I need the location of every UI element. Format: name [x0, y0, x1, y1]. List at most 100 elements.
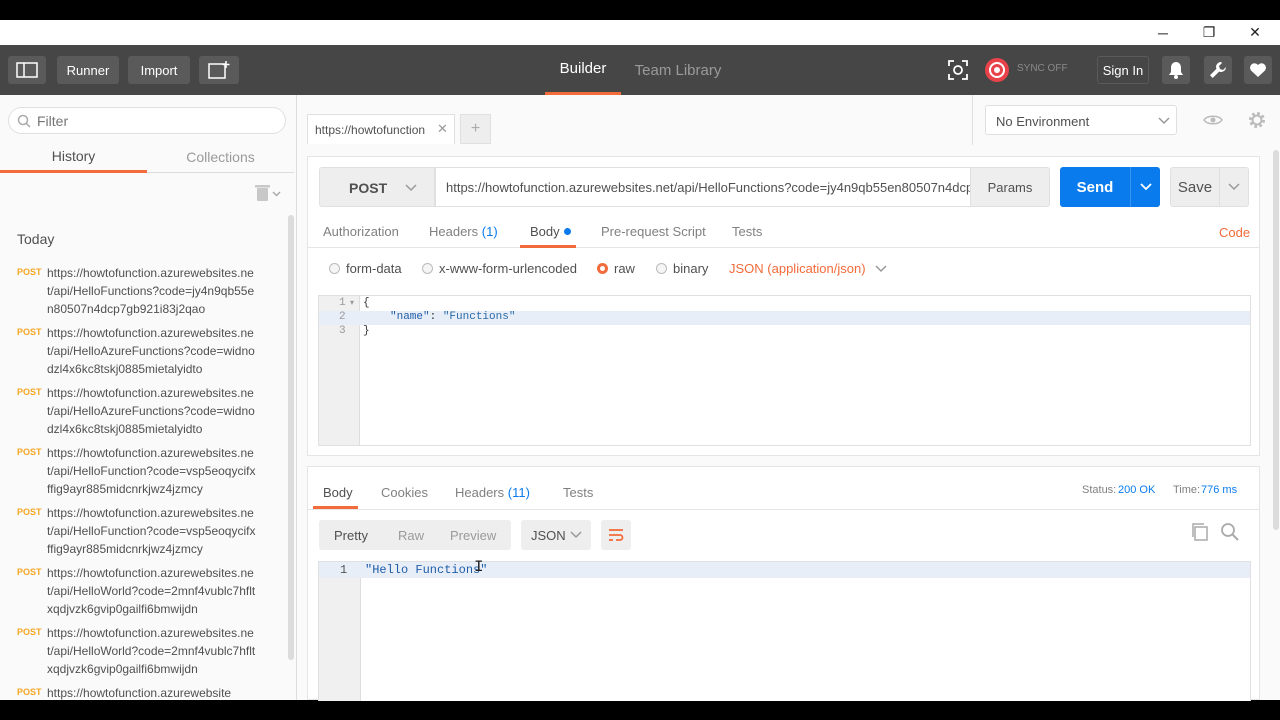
import-button[interactable]: Import: [128, 56, 190, 84]
view-raw-button[interactable]: Raw: [398, 528, 424, 543]
method-select[interactable]: POST: [319, 167, 435, 207]
method-badge: POST: [17, 267, 42, 277]
main-scrollbar[interactable]: [1273, 150, 1279, 530]
radio-icon: [656, 263, 667, 274]
radio-form-data-label: form-data: [346, 261, 402, 276]
history-item[interactable]: POST https://howtofunction.azurewebsite: [0, 686, 290, 700]
radio-raw[interactable]: raw: [597, 261, 635, 276]
history-item[interactable]: POST https://howtofunction.azurewebsites…: [0, 626, 290, 687]
radio-urlencoded-label: x-www-form-urlencoded: [439, 261, 577, 276]
send-options-button[interactable]: [1130, 167, 1160, 207]
response-tab-cookies[interactable]: Cookies: [381, 485, 428, 500]
main-panel: https://howtofunction ✕ + No Environment…: [297, 95, 1280, 701]
response-tab-body[interactable]: Body: [313, 474, 358, 509]
environment-select[interactable]: No Environment: [985, 105, 1177, 135]
settings-wrench-icon[interactable]: [1204, 56, 1232, 84]
tab-pre-request-script[interactable]: Pre-request Script: [601, 224, 706, 239]
history-item[interactable]: POST https://howtofunction.azurewebsites…: [0, 266, 290, 327]
request-tab[interactable]: https://howtofunction ✕: [307, 114, 455, 144]
trash-icon[interactable]: [254, 184, 282, 205]
history-item[interactable]: POST https://howtofunction.azurewebsites…: [0, 566, 290, 627]
view-mode-group: Pretty Raw Preview: [319, 520, 511, 550]
radio-form-data[interactable]: form-data: [329, 261, 402, 276]
response-tab-headers[interactable]: Headers (11): [455, 485, 530, 500]
sidebar-toggle-button[interactable]: [8, 56, 46, 84]
params-button[interactable]: Params: [970, 167, 1050, 207]
save-options-button[interactable]: [1219, 167, 1249, 207]
editor-gutter: [319, 562, 361, 701]
radio-binary[interactable]: binary: [656, 261, 708, 276]
history-url: https://howtofunction.azurewebsites.net/…: [47, 506, 256, 556]
history-url: https://howtofunction.azurewebsites.net/…: [47, 446, 256, 496]
status-value: 200 OK: [1118, 484, 1156, 496]
sync-icon[interactable]: [983, 56, 1011, 84]
tab-collections[interactable]: Collections: [147, 141, 294, 173]
tab-headers[interactable]: Headers (1): [429, 224, 498, 239]
minimize-icon[interactable]: ─: [1140, 20, 1186, 45]
radio-urlencoded[interactable]: x-www-form-urlencoded: [422, 261, 577, 276]
modified-dot: [564, 228, 571, 235]
request-tab-label: https://howtofunction: [315, 123, 426, 137]
chevron-down-icon: [570, 531, 582, 539]
response-body-viewer[interactable]: 1 "Hello Functions" I: [318, 558, 1251, 701]
code-line: }: [363, 325, 370, 337]
fold-icon[interactable]: ▾: [350, 298, 354, 307]
view-preview-button[interactable]: Preview: [450, 528, 496, 543]
format-select[interactable]: JSON: [521, 520, 591, 550]
eye-icon[interactable]: [1197, 105, 1229, 135]
notifications-icon[interactable]: [1162, 56, 1190, 84]
method-badge: POST: [17, 687, 42, 697]
interceptor-icon[interactable]: [944, 56, 972, 84]
url-input[interactable]: https://howtofunction.azurewebsites.net/…: [435, 167, 971, 207]
tab-team-library[interactable]: Team Library: [630, 45, 726, 95]
sign-in-button[interactable]: Sign In: [1097, 56, 1149, 84]
content-type-select[interactable]: JSON (application/json): [729, 261, 887, 276]
history-item[interactable]: POST https://howtofunction.azurewebsites…: [0, 386, 290, 447]
tab-tests[interactable]: Tests: [732, 224, 762, 239]
add-tab-button[interactable]: +: [460, 114, 491, 144]
request-panel: POST https://howtofunction.azurewebsites…: [307, 156, 1260, 456]
time-label: Time:: [1173, 484, 1201, 496]
filter-input[interactable]: [37, 111, 277, 131]
window-titlebar: ─ ❐ ✕: [0, 20, 1280, 45]
new-window-icon: [208, 61, 230, 79]
radio-binary-label: binary: [673, 261, 709, 276]
tab-history[interactable]: History: [0, 141, 147, 173]
history-url: https://howtofunction.azurewebsites.net/…: [47, 566, 256, 616]
copy-icon[interactable]: [1190, 522, 1210, 545]
wrap-lines-button[interactable]: [601, 520, 631, 550]
chevron-down-icon: [405, 184, 417, 192]
sidebar-toggle-icon: [16, 62, 38, 78]
tab-builder[interactable]: Builder: [545, 45, 621, 95]
heart-icon[interactable]: [1244, 56, 1272, 84]
time-value: 776 ms: [1201, 484, 1238, 496]
history-item[interactable]: POST https://howtofunction.azurewebsites…: [0, 326, 290, 387]
close-icon[interactable]: ✕: [1232, 20, 1278, 45]
line-number: 2: [339, 311, 346, 323]
chevron-down-icon: [875, 265, 887, 273]
radio-icon: [422, 263, 433, 274]
history-item[interactable]: POST https://howtofunction.azurewebsites…: [0, 446, 290, 507]
environment-selected: No Environment: [996, 114, 1090, 129]
method-badge: POST: [17, 567, 42, 577]
tab-authorization[interactable]: Authorization: [323, 224, 399, 239]
response-tab-body-label: Body: [323, 485, 353, 500]
view-pretty-button[interactable]: Pretty: [334, 528, 368, 543]
new-window-button[interactable]: [199, 56, 239, 84]
runner-button[interactable]: Runner: [57, 56, 119, 84]
gear-icon[interactable]: [1241, 105, 1273, 135]
response-tab-tests[interactable]: Tests: [563, 485, 593, 500]
save-button[interactable]: Save: [1170, 167, 1220, 207]
history-url: https://howtofunction.azurewebsite: [47, 686, 232, 700]
chevron-down-icon: [1228, 183, 1240, 191]
search-icon[interactable]: [1220, 522, 1240, 545]
code-link[interactable]: Code: [1219, 225, 1250, 240]
tab-body[interactable]: Body: [520, 217, 576, 248]
history-url: https://howtofunction.azurewebsites.net/…: [47, 626, 256, 676]
filter-input-wrap[interactable]: [8, 107, 286, 134]
send-button[interactable]: Send: [1060, 167, 1130, 207]
restore-icon[interactable]: ❐: [1186, 20, 1232, 45]
body-editor[interactable]: 1 ▾ 2 3 { "name": "Functions" }: [318, 295, 1251, 446]
close-tab-icon[interactable]: ✕: [437, 121, 448, 137]
history-item[interactable]: POST https://howtofunction.azurewebsites…: [0, 506, 290, 567]
